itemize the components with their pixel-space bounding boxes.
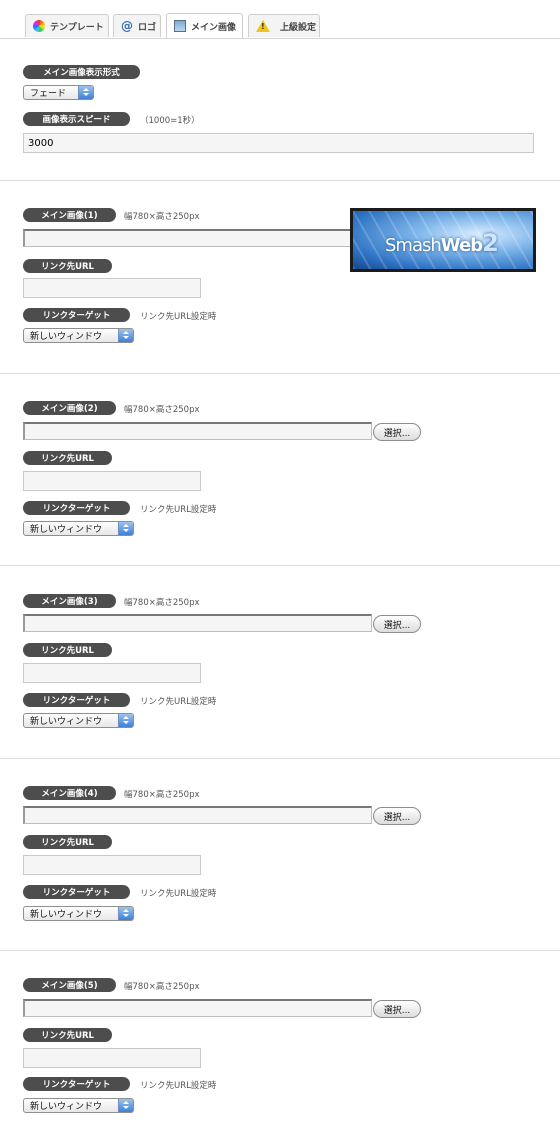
section-divider — [0, 758, 560, 759]
main-image-4-select-button[interactable]: 選択... — [373, 807, 421, 825]
tab-template[interactable]: テンプレート — [25, 14, 109, 37]
section-divider — [0, 373, 560, 374]
target-label: リンクターゲット — [23, 693, 130, 707]
tab-advanced[interactable]: ! 上級設定 — [248, 14, 320, 37]
select-arrows-icon — [78, 86, 93, 99]
main-image-2-file-field[interactable] — [23, 422, 372, 440]
speed-note: （1000=1秒） — [140, 116, 200, 126]
main-image-3-select-button[interactable]: 選択... — [373, 615, 421, 633]
tab-label: テンプレート — [50, 22, 104, 33]
main-image-1-file-field[interactable] — [23, 229, 353, 247]
main-image-5-file-field[interactable] — [23, 999, 372, 1017]
main-image-3-label: メイン画像(3) — [23, 594, 116, 608]
target-select-value: 新しいウィンドウ — [30, 525, 103, 535]
main-image-2-target-select[interactable]: 新しいウィンドウ — [23, 521, 134, 536]
main-image-3-file-field[interactable] — [23, 614, 372, 632]
main-image-2-select-button[interactable]: 選択... — [373, 423, 421, 441]
url-label: リンク先URL — [23, 259, 112, 273]
target-select-value: 新しいウィンドウ — [30, 910, 103, 920]
format-select[interactable]: フェード — [23, 85, 94, 100]
url-label: リンク先URL — [23, 643, 112, 657]
select-arrows-icon — [118, 907, 133, 920]
target-label: リンクターゲット — [23, 501, 130, 515]
tab-logo[interactable]: @ ロゴ — [113, 14, 161, 37]
target-note: リンク先URL設定時 — [140, 1081, 217, 1091]
url-label: リンク先URL — [23, 451, 112, 465]
size-note: 幅780×高さ250px — [124, 982, 200, 992]
main-image-2-label: メイン画像(2) — [23, 401, 116, 415]
target-note: リンク先URL設定時 — [140, 312, 217, 322]
section-divider — [0, 180, 560, 181]
target-note: リンク先URL設定時 — [140, 697, 217, 707]
main-image-4-url-input[interactable] — [23, 855, 201, 875]
target-note: リンク先URL設定時 — [140, 889, 217, 899]
main-image-4-label: メイン画像(4) — [23, 786, 116, 800]
tab-label: ロゴ — [138, 22, 157, 33]
format-label: メイン画像表示形式 — [23, 65, 140, 79]
main-image-5-url-input[interactable] — [23, 1048, 201, 1068]
preview-logo: SmashWeb2 — [385, 229, 499, 257]
select-arrows-icon — [118, 1099, 133, 1112]
tab-main-image[interactable]: メイン画像 — [166, 13, 243, 38]
main-image-4-target-select[interactable]: 新しいウィンドウ — [23, 906, 134, 921]
target-label: リンクターゲット — [23, 308, 130, 322]
main-image-5-label: メイン画像(5) — [23, 978, 116, 992]
size-note: 幅780×高さ250px — [124, 598, 200, 608]
main-image-1-preview: SmashWeb2 — [350, 208, 536, 272]
select-arrows-icon — [118, 522, 133, 535]
url-label: リンク先URL — [23, 835, 112, 849]
size-note: 幅780×高さ250px — [124, 212, 200, 222]
color-wheel-icon — [33, 20, 45, 32]
main-image-4-file-field[interactable] — [23, 806, 372, 824]
url-label: リンク先URL — [23, 1028, 112, 1042]
main-image-1-target-select[interactable]: 新しいウィンドウ — [23, 328, 134, 343]
format-select-value: フェード — [30, 89, 67, 99]
section-divider — [0, 565, 560, 566]
image-icon — [174, 20, 186, 32]
select-arrows-icon — [118, 714, 133, 727]
target-note: リンク先URL設定時 — [140, 505, 217, 515]
warning-icon: ! — [256, 20, 270, 32]
target-select-value: 新しいウィンドウ — [30, 717, 103, 727]
size-note: 幅780×高さ250px — [124, 405, 200, 415]
section-divider — [0, 950, 560, 951]
target-label: リンクターゲット — [23, 885, 130, 899]
target-select-value: 新しいウィンドウ — [30, 1102, 103, 1112]
main-image-3-target-select[interactable]: 新しいウィンドウ — [23, 713, 134, 728]
speed-input[interactable]: 3000 — [23, 133, 534, 153]
main-image-1-url-input[interactable] — [23, 278, 201, 298]
speed-label: 画像表示スピード — [23, 112, 130, 126]
main-image-2-url-input[interactable] — [23, 471, 201, 491]
target-label: リンクターゲット — [23, 1077, 130, 1091]
main-image-3-url-input[interactable] — [23, 663, 201, 683]
select-arrows-icon — [118, 329, 133, 342]
tab-label: 上級設定 — [280, 22, 317, 33]
main-image-1-label: メイン画像(1) — [23, 208, 116, 222]
target-select-value: 新しいウィンドウ — [30, 332, 103, 342]
size-note: 幅780×高さ250px — [124, 790, 200, 800]
tab-label: メイン画像 — [191, 22, 237, 33]
tab-bar: テンプレート @ ロゴ メイン画像 ! 上級設定 — [0, 0, 560, 39]
main-image-5-select-button[interactable]: 選択... — [373, 1000, 421, 1018]
at-icon: @ — [121, 19, 133, 33]
main-image-5-target-select[interactable]: 新しいウィンドウ — [23, 1098, 134, 1113]
